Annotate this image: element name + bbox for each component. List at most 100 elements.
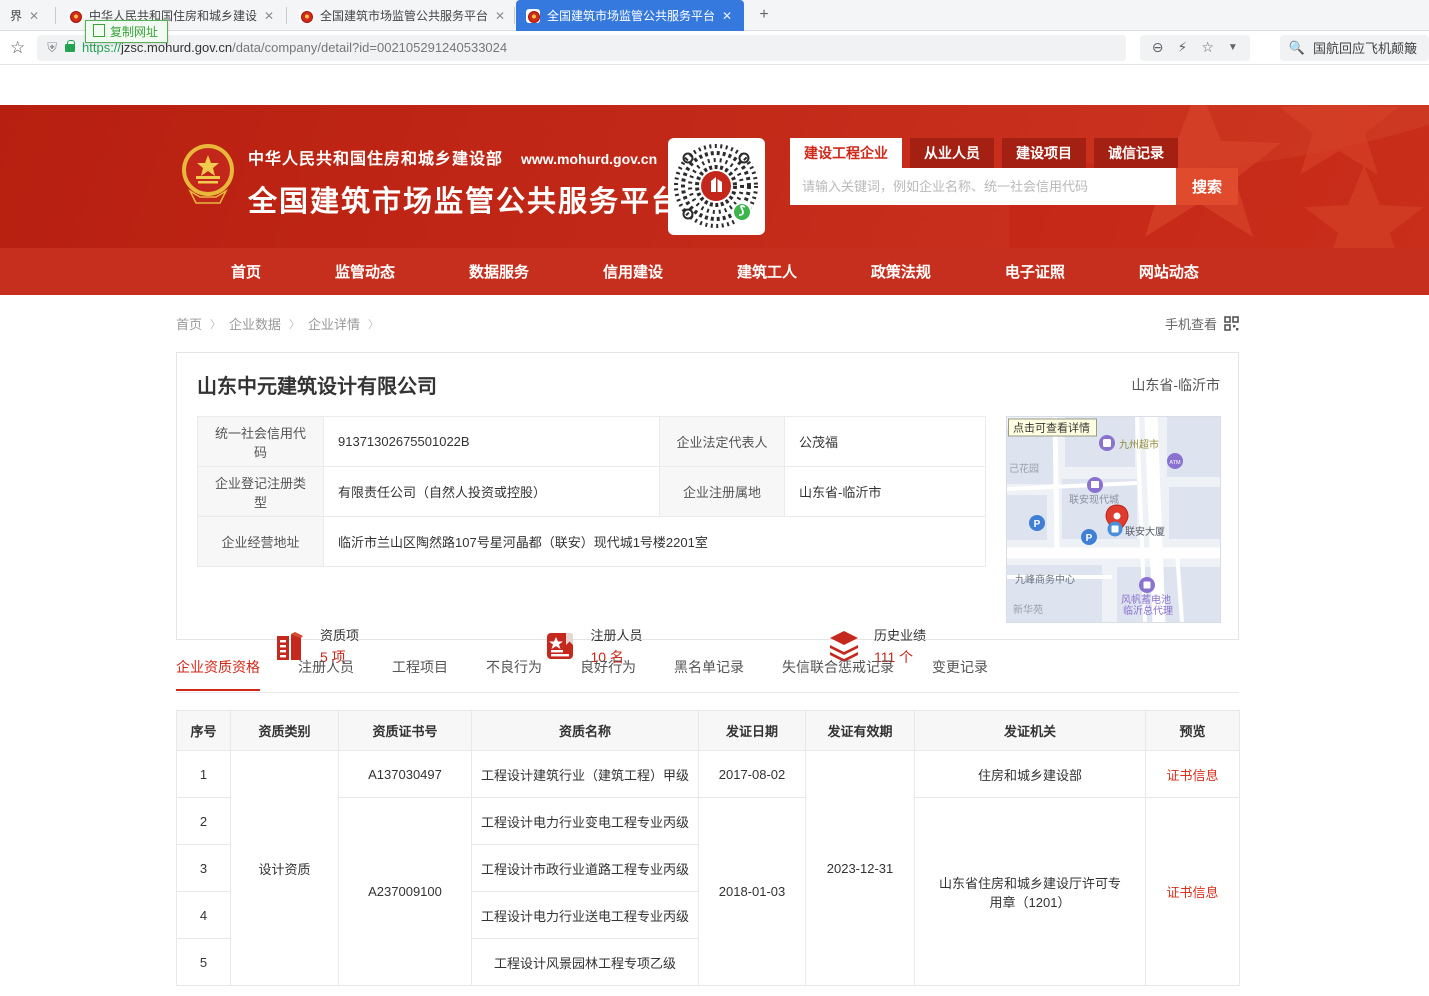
mobile-view-button[interactable]: 手机查看 bbox=[1165, 314, 1239, 333]
company-card: 山东中元建筑设计有限公司 山东省-临沂市 统一社会信用代码 9137130267… bbox=[176, 352, 1239, 640]
close-icon[interactable]: ✕ bbox=[495, 10, 505, 22]
cell-cert-no: A237009100 bbox=[339, 798, 472, 986]
map-tooltip-text: 点击可查看详情 bbox=[1013, 421, 1090, 435]
info-label: 企业经营地址 bbox=[198, 517, 324, 567]
browser-toolbar: ☆ ⛨ https://jzsc.mohurd.gov.cn/data/comp… bbox=[0, 31, 1429, 65]
tab-qualifications[interactable]: 企业资质资格 bbox=[176, 657, 260, 691]
svg-text:P: P bbox=[1034, 519, 1041, 530]
site-search-input[interactable] bbox=[790, 168, 1176, 205]
site-favicon-icon bbox=[299, 9, 313, 23]
certificate-info-link[interactable]: 证书信息 bbox=[1166, 885, 1218, 900]
breadcrumb-separator: 〉 bbox=[210, 316, 221, 332]
page: 界 ✕ 中华人民共和国住房和城乡建设 ✕ 全国建筑市场监管公共服务平台 ✕ 全国… bbox=[0, 0, 1429, 996]
cell-authority: 住房和城乡建设部 bbox=[915, 751, 1146, 798]
nav-item-policy[interactable]: 政策法规 bbox=[871, 261, 931, 282]
svg-text:风帆蓄电池: 风帆蓄电池 bbox=[1121, 593, 1171, 606]
browser-tab-partial[interactable]: 界 ✕ bbox=[0, 0, 56, 31]
tab-divider bbox=[514, 7, 515, 24]
close-icon[interactable]: ✕ bbox=[29, 10, 39, 22]
breadcrumb: 首页 〉 企业数据 〉 企业详情 〉 手机查看 bbox=[176, 314, 1239, 333]
zoom-out-icon[interactable]: ⊖ bbox=[1152, 39, 1164, 56]
breadcrumb-company-data[interactable]: 企业数据 bbox=[229, 314, 281, 333]
search-button[interactable]: 搜索 bbox=[1176, 168, 1238, 205]
breadcrumb-separator: 〉 bbox=[289, 316, 300, 332]
tab-registered-personnel[interactable]: 注册人员 bbox=[298, 657, 354, 689]
chevron-down-icon[interactable]: ▼ bbox=[1228, 42, 1238, 53]
hot-search-text: 国航回应飞机颠簸 bbox=[1313, 38, 1417, 57]
info-label: 企业法定代表人 bbox=[660, 417, 785, 467]
browser-search-box[interactable]: 🔍 国航回应飞机颠簸 bbox=[1280, 35, 1429, 61]
tab-change-records[interactable]: 变更记录 bbox=[932, 657, 988, 689]
search-tab-project[interactable]: 建设项目 bbox=[1002, 138, 1086, 168]
lightning-icon[interactable]: ⚡ bbox=[1177, 39, 1187, 56]
nav-item-e-license[interactable]: 电子证照 bbox=[1005, 261, 1065, 282]
site-favicon-icon bbox=[68, 9, 82, 23]
shield-icon[interactable]: ⛨ bbox=[47, 40, 57, 56]
col-header: 资质名称 bbox=[472, 711, 699, 751]
svg-text:联安现代城: 联安现代城 bbox=[1069, 493, 1119, 506]
svg-text:ATM: ATM bbox=[1169, 460, 1181, 466]
table-row: 企业登记注册类型 有限责任公司（自然人投资或控股） 企业注册属地 山东省-临沂市 bbox=[198, 467, 986, 517]
breadcrumb-company-detail[interactable]: 企业详情 bbox=[308, 314, 360, 333]
cell-authority: 山东省住房和城乡建设厅许可专用章（1201） bbox=[915, 798, 1146, 986]
address-bar[interactable]: ⛨ https://jzsc.mohurd.gov.cn/data/compan… bbox=[37, 35, 1126, 61]
ministry-name: 中华人民共和国住房和城乡建设部 bbox=[248, 145, 503, 169]
cell-issue-date: 2018-01-03 bbox=[699, 798, 806, 986]
site-favicon-icon bbox=[526, 9, 540, 23]
detail-tabs: 企业资质资格 注册人员 工程项目 不良行为 良好行为 黑名单记录 失信联合惩戒记… bbox=[176, 657, 1239, 693]
new-tab-button[interactable]: + bbox=[753, 5, 775, 27]
cell-cert-no: A137030497 bbox=[339, 751, 472, 798]
company-name: 山东中元建筑设计有限公司 bbox=[197, 370, 437, 399]
stat-label: 资质项 bbox=[320, 625, 359, 644]
info-value-reg-region: 山东省-临沂市 bbox=[785, 467, 986, 517]
site-search-widget: 建设工程企业 从业人员 建设项目 诚信记录 搜索 bbox=[790, 138, 1238, 205]
nav-item-home[interactable]: 首页 bbox=[231, 261, 261, 282]
qr-icon bbox=[1224, 316, 1239, 331]
cell-qual-name: 工程设计市政行业道路工程专业丙级 bbox=[472, 845, 699, 892]
main-navigation: 首页 监管动态 数据服务 信用建设 建筑工人 政策法规 电子证照 网站动态 bbox=[0, 248, 1429, 295]
svg-text:己花园: 己花园 bbox=[1009, 462, 1039, 475]
cell-qual-name: 工程设计风景园林工程专项乙级 bbox=[472, 939, 699, 986]
lock-icon bbox=[65, 44, 75, 52]
company-location-map[interactable]: 九州超市 ATM 己花园 联安现代城 联安大厦 P P 九峰商务中心 风帆蓄电池… bbox=[1006, 416, 1221, 623]
search-tab-personnel[interactable]: 从业人员 bbox=[910, 138, 994, 168]
tab-good-behavior[interactable]: 良好行为 bbox=[580, 657, 636, 689]
cell-qual-name: 工程设计电力行业送电工程专业丙级 bbox=[472, 892, 699, 939]
close-icon[interactable]: ✕ bbox=[264, 10, 274, 22]
certificate-info-link[interactable]: 证书信息 bbox=[1166, 768, 1218, 783]
cell-seq: 4 bbox=[177, 892, 231, 939]
close-icon[interactable]: ✕ bbox=[722, 10, 732, 22]
browser-tab-jzsc-1[interactable]: 全国建筑市场监管公共服务平台 ✕ bbox=[289, 0, 515, 31]
bookmark-star-icon[interactable]: ☆ bbox=[10, 38, 25, 58]
url-path: /data/company/detail?id=0021052912405330… bbox=[232, 40, 507, 55]
tab-projects[interactable]: 工程项目 bbox=[392, 657, 448, 689]
col-header: 发证日期 bbox=[699, 711, 806, 751]
table-row: 1 设计资质 A137030497 工程设计建筑行业（建筑工程）甲级 2017-… bbox=[177, 751, 1240, 798]
qualification-table: 序号 资质类别 资质证书号 资质名称 发证日期 发证有效期 发证机关 预览 1 … bbox=[176, 710, 1240, 986]
search-tab-credit[interactable]: 诚信记录 bbox=[1094, 138, 1178, 168]
nav-item-credit[interactable]: 信用建设 bbox=[603, 261, 663, 282]
stat-label: 历史业绩 bbox=[874, 625, 926, 644]
search-tab-enterprise[interactable]: 建设工程企业 bbox=[790, 138, 902, 168]
nav-item-data-service[interactable]: 数据服务 bbox=[469, 261, 529, 282]
ministry-website[interactable]: www.mohurd.gov.cn bbox=[521, 151, 657, 167]
browser-tab-active[interactable]: 全国建筑市场监管公共服务平台 ✕ bbox=[516, 0, 744, 31]
cell-seq: 2 bbox=[177, 798, 231, 845]
nav-item-supervision[interactable]: 监管动态 bbox=[335, 261, 395, 282]
favorite-star-icon[interactable]: ☆ bbox=[1201, 39, 1214, 56]
copy-url-tooltip: 复制网址 bbox=[85, 20, 168, 43]
national-emblem-logo bbox=[180, 143, 236, 205]
search-icon: 🔍 bbox=[1289, 40, 1305, 56]
site-header: 中华人民共和国住房和城乡建设部 www.mohurd.gov.cn 全国建筑市场… bbox=[0, 105, 1429, 248]
nav-item-workers[interactable]: 建筑工人 bbox=[737, 261, 797, 282]
tab-bad-behavior[interactable]: 不良行为 bbox=[486, 657, 542, 689]
svg-text:P: P bbox=[1086, 533, 1093, 544]
nav-item-site-news[interactable]: 网站动态 bbox=[1139, 261, 1199, 282]
breadcrumb-home[interactable]: 首页 bbox=[176, 314, 202, 333]
col-header: 序号 bbox=[177, 711, 231, 751]
tab-blacklist[interactable]: 黑名单记录 bbox=[674, 657, 744, 689]
info-value-reg-type: 有限责任公司（自然人投资或控股） bbox=[324, 467, 660, 517]
tab-dishonesty-records[interactable]: 失信联合惩戒记录 bbox=[782, 657, 894, 689]
tab-title: 界 bbox=[10, 7, 22, 24]
info-value-credit-code: 91371302675501022B bbox=[324, 417, 660, 467]
